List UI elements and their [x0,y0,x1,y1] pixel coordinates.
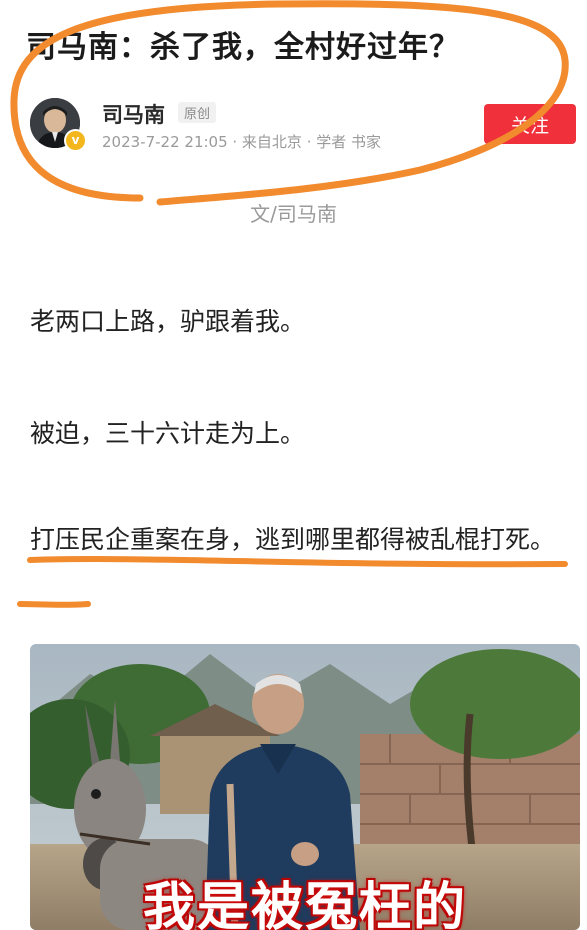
paragraph: 被迫，三十六计走为上。 [30,419,306,448]
follow-button[interactable]: 关注 [484,104,576,144]
original-tag: 原创 [178,102,217,123]
verified-badge-icon: v [64,129,87,152]
author-row: v 司马南 原创 2023-7-22 21:05 · 来自北京 · 学者 书家 … [26,98,576,154]
paragraph: 打压民企重案在身，逃到哪里都得被乱棍打死。 [30,525,556,554]
article-photo[interactable]: 我是被冤枉的 [30,644,580,930]
author-name[interactable]: 司马南 [102,99,165,129]
byline: 文/司马南 [250,202,337,226]
article-title: 司马南：杀了我，全村好过年？ [26,30,460,65]
paragraph: 老两口上路，驴跟着我。 [30,307,306,336]
publish-meta: 2023-7-22 21:05 · 来自北京 · 学者 书家 [102,133,382,151]
underline-mark-short [17,601,91,608]
photo-caption: 我是被冤枉的 [142,878,467,930]
